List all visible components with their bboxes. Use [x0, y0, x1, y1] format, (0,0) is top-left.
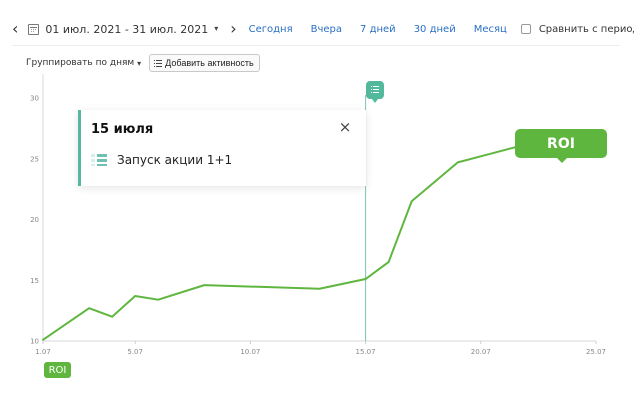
period-today-link[interactable]: Сегодня — [249, 24, 293, 35]
tooltip-date: 15 июля — [91, 122, 154, 137]
next-period-button[interactable]: › — [230, 12, 236, 46]
x-tick-label: 15.07 — [356, 348, 376, 356]
analytics-widget: ‹ 01 июл. 2021 - 31 июл. 2021 ▾ › Сегодн… — [0, 0, 634, 400]
period-month-link[interactable]: Месяц — [474, 24, 507, 35]
x-tick-label: 20.07 — [471, 348, 491, 356]
date-range-picker[interactable]: 01 июл. 2021 - 31 июл. 2021 ▾ — [18, 12, 230, 46]
legend-roi[interactable]: ROI — [44, 362, 71, 378]
add-activity-label: Добавить активность — [165, 58, 254, 68]
table-icon — [91, 154, 107, 166]
compare-period-label: Сравнить с периодом — [538, 23, 634, 35]
period-7-days-link[interactable]: 7 дней — [360, 24, 396, 35]
chevron-down-icon: ▾ — [214, 24, 219, 33]
date-toolbar: ‹ 01 июл. 2021 - 31 июл. 2021 ▾ › Сегодн… — [12, 12, 634, 46]
x-tick-label: 10.07 — [240, 348, 260, 356]
x-tick-label: 1.07 — [35, 348, 51, 356]
y-tick-label: 10 — [30, 338, 39, 346]
grouping-label: Группировать по дням — [26, 58, 135, 68]
activity-entry: Запуск акции 1+1 — [91, 153, 232, 167]
chevron-down-icon: ▾ — [137, 58, 142, 68]
period-yesterday-link[interactable]: Вчера — [311, 24, 342, 35]
y-tick-label: 20 — [30, 216, 39, 224]
date-range-text: 01 июл. 2021 - 31 июл. 2021 — [45, 22, 209, 36]
activity-tooltip: 15 июля × Запуск акции 1+1 — [78, 110, 366, 186]
close-icon[interactable]: × — [337, 119, 353, 135]
activity-title: Запуск акции 1+1 — [117, 153, 233, 167]
activity-marker-icon[interactable] — [366, 81, 384, 103]
x-tick-label: 5.07 — [127, 348, 143, 356]
add-activity-button[interactable]: Добавить активность — [149, 54, 260, 72]
chart-controls: Группировать по дням ▾ Добавить активнос… — [26, 52, 260, 74]
y-tick-label: 15 — [30, 277, 39, 285]
compare-period-checkbox[interactable] — [520, 24, 531, 34]
compare-period-toggle[interactable]: Сравнить с периодом — [507, 12, 634, 46]
y-axis-ticks: 10 15 20 25 30 — [30, 95, 39, 346]
list-icon — [154, 59, 163, 67]
calendar-icon — [28, 23, 40, 35]
grouping-selector[interactable]: Группировать по дням ▾ — [26, 58, 141, 68]
x-tick-label: 25.07 — [586, 348, 606, 356]
y-tick-label: 25 — [30, 155, 39, 163]
y-tick-label: 30 — [30, 95, 39, 103]
period-30-days-link[interactable]: 30 дней — [414, 24, 456, 35]
roi-series-callout: ROI — [515, 129, 607, 163]
x-axis-ticks: 1.07 5.07 10.07 15.07 20.07 25.07 — [35, 341, 606, 356]
